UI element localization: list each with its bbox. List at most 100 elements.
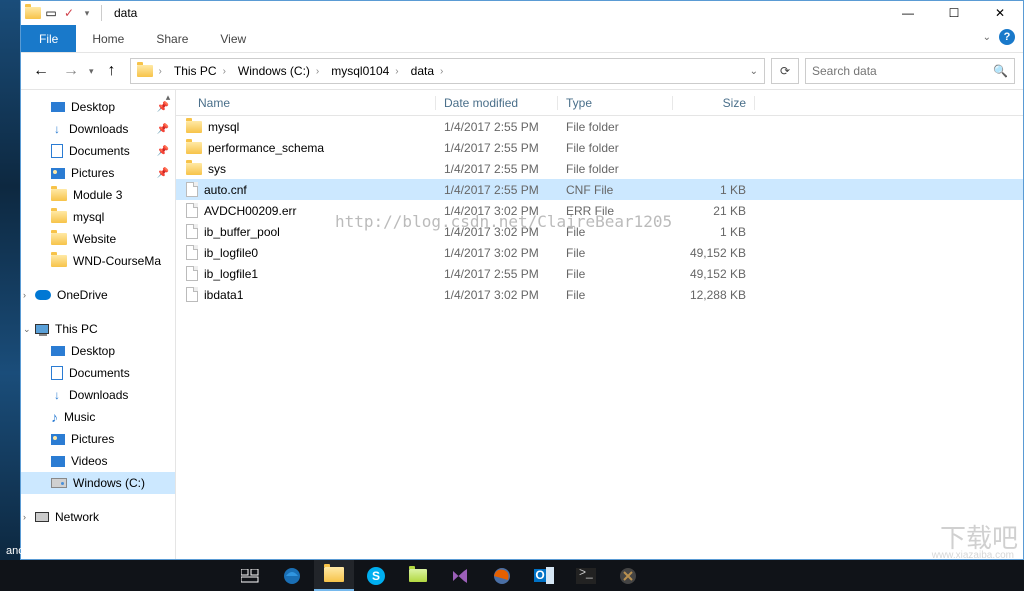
title-divider (101, 5, 102, 21)
cell-name: sys (176, 162, 436, 176)
edge-icon[interactable] (272, 560, 312, 591)
nav-quickaccess-item[interactable]: Module 3 (21, 184, 175, 206)
nav-thispc-item[interactable]: Videos (21, 450, 175, 472)
file-row[interactable]: ibdata11/4/2017 3:02 PMFile12,288 KB (176, 284, 1023, 305)
search-box[interactable]: 🔍 (805, 58, 1015, 84)
qat-newfolder-icon[interactable]: ✓ (61, 5, 77, 21)
folder-icon (51, 233, 67, 245)
nav-network[interactable]: › Network (21, 506, 175, 528)
maximize-button[interactable]: ☐ (931, 1, 977, 25)
qat-properties-icon[interactable]: ▭ (43, 5, 59, 21)
drive-icon (51, 478, 67, 488)
close-button[interactable]: ✕ (977, 1, 1023, 25)
nav-label: Desktop (71, 100, 115, 114)
visualstudio-icon[interactable] (440, 560, 480, 591)
expand-ribbon-icon[interactable]: ⌄ (983, 32, 991, 43)
nav-thispc-item[interactable]: ♪Music (21, 406, 175, 428)
cell-date: 1/4/2017 3:02 PM (436, 246, 558, 260)
window-controls: — ☐ ✕ (885, 1, 1023, 25)
file-icon (186, 287, 198, 302)
column-name[interactable]: Name (176, 96, 436, 110)
nav-quickaccess-item[interactable]: Documents📌 (21, 140, 175, 162)
file-row[interactable]: mysql1/4/2017 2:55 PMFile folder (176, 116, 1023, 137)
breadcrumb[interactable]: › This PC› Windows (C:)› mysql0104› data… (130, 58, 765, 84)
nav-label: Website (73, 232, 116, 246)
navigation-pane: ▴ Desktop📌↓Downloads📌Documents📌Pictures📌… (21, 90, 176, 559)
nav-quickaccess-item[interactable]: Desktop 📌 (21, 96, 175, 118)
title-bar: ▭ ✓ ▾ data — ☐ ✕ (21, 1, 1023, 25)
chevron-right-icon[interactable]: › (23, 512, 26, 522)
terminal-icon[interactable]: >_ (566, 560, 606, 591)
taskview-icon[interactable] (230, 560, 270, 591)
nav-quickaccess-item[interactable]: Website (21, 228, 175, 250)
nav-quickaccess-item[interactable]: Pictures📌 (21, 162, 175, 184)
cell-date: 1/4/2017 3:02 PM (436, 225, 558, 239)
tab-share[interactable]: Share (140, 25, 204, 52)
file-row[interactable]: AVDCH00209.err1/4/2017 3:02 PMERR File21… (176, 200, 1023, 221)
file-row[interactable]: ib_buffer_pool1/4/2017 3:02 PMFile1 KB (176, 221, 1023, 242)
up-button[interactable]: ↑ (100, 59, 124, 83)
nav-onedrive[interactable]: › OneDrive (21, 284, 175, 306)
pin-icon: 📌 (157, 102, 169, 113)
breadcrumb-thispc[interactable]: This PC› (170, 59, 232, 83)
nav-thispc-item[interactable]: Desktop (21, 340, 175, 362)
tab-home[interactable]: Home (76, 25, 140, 52)
back-button[interactable]: ← (29, 59, 53, 83)
column-type[interactable]: Type (558, 96, 673, 110)
file-row[interactable]: performance_schema1/4/2017 2:55 PMFile f… (176, 137, 1023, 158)
minimize-button[interactable]: — (885, 1, 931, 25)
outlook-icon[interactable]: O (524, 560, 564, 591)
nav-quickaccess-item[interactable]: WND-CourseMa (21, 250, 175, 272)
file-name-label: auto.cnf (204, 183, 247, 197)
breadcrumb-folder2[interactable]: data› (407, 59, 450, 83)
cell-size: 1 KB (673, 225, 755, 239)
file-row[interactable]: ib_logfile11/4/2017 2:55 PMFile49,152 KB (176, 263, 1023, 284)
breadcrumb-dropdown-icon[interactable]: ⌄ (750, 66, 758, 77)
breadcrumb-folder1[interactable]: mysql0104› (327, 59, 404, 83)
file-icon (186, 245, 198, 260)
breadcrumb-drive[interactable]: Windows (C:)› (234, 59, 325, 83)
cell-name: AVDCH00209.err (176, 203, 436, 218)
app-icon[interactable] (608, 560, 648, 591)
qat-dropdown-icon[interactable]: ▾ (79, 5, 95, 21)
column-date[interactable]: Date modified (436, 96, 558, 110)
file-row[interactable]: auto.cnf1/4/2017 2:55 PMCNF File1 KB (176, 179, 1023, 200)
refresh-button[interactable]: ⟳ (771, 58, 799, 84)
cell-date: 1/4/2017 2:55 PM (436, 162, 558, 176)
file-row[interactable]: ib_logfile01/4/2017 3:02 PMFile49,152 KB (176, 242, 1023, 263)
nav-thispc-item[interactable]: Windows (C:) (21, 472, 175, 494)
nav-thispc-item[interactable]: Documents (21, 362, 175, 384)
nav-thispc-item[interactable]: Pictures (21, 428, 175, 450)
search-input[interactable] (812, 64, 993, 78)
pictures-icon (51, 434, 65, 445)
firefox-icon[interactable] (482, 560, 522, 591)
nav-label: Documents (69, 144, 130, 158)
explorer-icon[interactable] (314, 560, 354, 591)
nav-quickaccess-item[interactable]: ↓Downloads📌 (21, 118, 175, 140)
nav-label: Videos (71, 454, 107, 468)
folder-tool-icon[interactable] (398, 560, 438, 591)
skype-icon[interactable]: S (356, 560, 396, 591)
file-row[interactable]: sys1/4/2017 2:55 PMFile folder (176, 158, 1023, 179)
cell-size: 21 KB (673, 204, 755, 218)
nav-label: Windows (C:) (73, 476, 145, 490)
breadcrumb-root-icon[interactable]: › (133, 59, 168, 83)
file-tab[interactable]: File (21, 25, 76, 52)
chevron-down-icon[interactable]: ⌄ (23, 324, 31, 335)
file-icon (186, 266, 198, 281)
nav-thispc[interactable]: ⌄ This PC (21, 318, 175, 340)
tab-view[interactable]: View (204, 25, 262, 52)
nav-quickaccess-item[interactable]: mysql (21, 206, 175, 228)
forward-button[interactable]: → (59, 59, 83, 83)
file-name-label: ib_logfile0 (204, 246, 258, 260)
downloads-icon: ↓ (51, 389, 63, 401)
help-button[interactable]: ? (999, 29, 1015, 45)
chevron-right-icon[interactable]: › (23, 290, 26, 300)
window-title: data (114, 6, 137, 20)
column-size[interactable]: Size (673, 96, 755, 110)
recent-locations-icon[interactable]: ▾ (89, 66, 94, 77)
file-name-label: sys (208, 162, 226, 176)
search-icon[interactable]: 🔍 (993, 64, 1008, 78)
breadcrumb-label: mysql0104 (331, 64, 389, 78)
nav-thispc-item[interactable]: ↓Downloads (21, 384, 175, 406)
